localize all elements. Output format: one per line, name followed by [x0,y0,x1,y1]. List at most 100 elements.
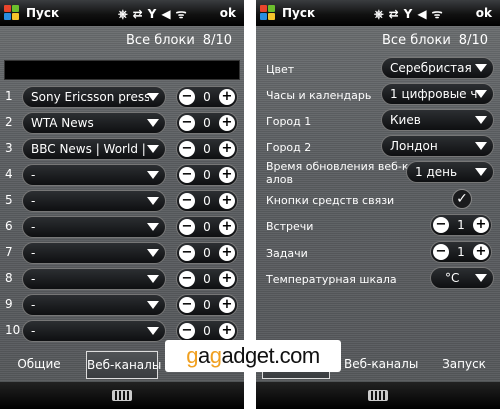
feed-row: 6 - −0 + [0,215,244,239]
feed-source-dropdown[interactable]: - [22,190,166,212]
minus-icon[interactable]: − [179,89,195,105]
feed-count-value: 0 [203,298,211,312]
update-dropdown[interactable]: 1 день [406,161,494,183]
feed-row: 9 - −0 + [0,293,244,317]
chevron-down-icon [147,249,159,257]
feed-source-dropdown[interactable]: WTA News [22,112,166,134]
meetings-stepper: −1 + [430,214,492,236]
feed-source-dropdown[interactable]: - [22,164,166,186]
feed-source-value: - [31,246,36,260]
minus-icon[interactable]: − [433,217,449,233]
feed-count-value: 0 [203,168,211,182]
minus-icon[interactable]: − [433,244,449,260]
keyboard-bar [0,382,244,409]
tab-web-feeds[interactable]: Веб-каналы [86,351,161,379]
minus-icon[interactable]: − [179,219,195,235]
minus-icon[interactable]: − [179,245,195,261]
windows-start-icon[interactable] [260,5,276,21]
feed-row: 3 BBC News | World | U −0 + [0,137,244,161]
tab-general[interactable]: Общие [8,351,70,379]
plus-icon[interactable]: + [219,245,235,261]
start-title[interactable]: Пуск [282,6,315,20]
temp-scale-dropdown[interactable]: °C [430,267,494,289]
feed-source-value: Sony Ericsson press re [31,90,149,104]
plus-icon[interactable]: + [219,141,235,157]
chevron-down-icon [475,274,487,282]
update-value: 1 день [415,165,458,179]
all-blocks-label: Все блоки [126,33,195,48]
row-number: 2 [5,115,13,129]
windows-start-icon[interactable] [4,5,20,21]
plus-icon[interactable]: + [219,271,235,287]
city2-dropdown[interactable]: Лондон [381,135,494,157]
minus-icon[interactable]: − [179,167,195,183]
start-title[interactable]: Пуск [26,6,59,20]
plus-icon[interactable]: + [473,244,489,260]
plus-icon[interactable]: + [219,323,235,339]
feed-source-dropdown[interactable]: - [22,216,166,238]
feed-name-field[interactable] [4,60,240,80]
minus-icon[interactable]: − [179,115,195,131]
all-blocks-label: Все блоки [382,33,451,48]
feed-source-dropdown[interactable]: - [22,320,166,342]
update-label-1: Время обновления веб-кан [266,160,423,173]
plus-icon[interactable]: + [219,167,235,183]
plus-icon[interactable]: + [473,217,489,233]
minus-icon[interactable]: − [179,323,195,339]
comm-buttons-label: Кнопки средств связи [266,194,395,207]
feed-count-stepper: −0 + [176,320,238,342]
plus-icon[interactable]: + [219,219,235,235]
feed-row: 5 - −0 + [0,189,244,213]
feed-source-value: - [31,272,36,286]
ok-button[interactable]: ok [220,6,236,20]
chevron-down-icon [147,171,159,179]
minus-icon[interactable]: − [179,297,195,313]
row-number: 6 [5,219,13,233]
feed-source-dropdown[interactable]: - [22,268,166,290]
keyboard-icon[interactable] [112,390,132,401]
chevron-down-icon [475,64,487,72]
feed-count-stepper: −0 + [176,138,238,160]
plus-icon[interactable]: + [219,193,235,209]
keyboard-bar [256,382,500,409]
row-number: 8 [5,271,13,285]
feed-count-value: 0 [203,142,211,156]
plus-icon[interactable]: + [219,89,235,105]
chevron-down-icon [147,327,159,335]
keyboard-icon[interactable] [368,390,388,401]
minus-icon[interactable]: − [179,271,195,287]
minus-icon[interactable]: − [179,141,195,157]
feed-source-value: - [31,194,36,208]
feed-source-dropdown[interactable]: Sony Ericsson press re [22,86,166,108]
tab-launch[interactable]: Запуск [436,351,492,379]
clock-value: 1 цифровые ча [390,87,478,101]
city1-dropdown[interactable]: Киев [381,109,494,131]
ok-button[interactable]: ok [476,6,492,20]
feed-source-value: WTA News [31,116,94,130]
clock-dropdown[interactable]: 1 цифровые ча [381,83,494,105]
chevron-down-icon [147,119,159,127]
feed-row: 7 - −0 + [0,241,244,265]
feed-count-stepper: −0 + [176,216,238,238]
tab-web-feeds[interactable]: Веб-каналы [344,351,418,379]
all-blocks-header: Все блоки 8/10 [382,33,488,48]
color-dropdown[interactable]: Серебристая [381,57,494,79]
city1-value: Киев [390,113,421,127]
feed-count-stepper: −0 + [176,242,238,264]
feed-source-value: - [31,168,36,182]
minus-icon[interactable]: − [179,193,195,209]
feed-source-dropdown[interactable]: BBC News | World | U [22,138,166,160]
title-bar: Пуск ⎈⇄Y◀ᯤ ok [0,0,244,26]
chevron-down-icon [147,145,159,153]
feed-source-value: BBC News | World | U [31,142,149,156]
feed-source-dropdown[interactable]: - [22,294,166,316]
feed-source-value: - [31,220,36,234]
feed-source-dropdown[interactable]: - [22,242,166,264]
watermark-logo: gagadget.com [165,340,341,372]
color-value: Серебристая [390,61,472,75]
status-icons: ⎈⇄Y◀ᯤ [374,7,448,21]
comm-buttons-checkbox[interactable]: ✓ [452,189,472,209]
plus-icon[interactable]: + [219,115,235,131]
meetings-value: 1 [457,218,465,232]
plus-icon[interactable]: + [219,297,235,313]
